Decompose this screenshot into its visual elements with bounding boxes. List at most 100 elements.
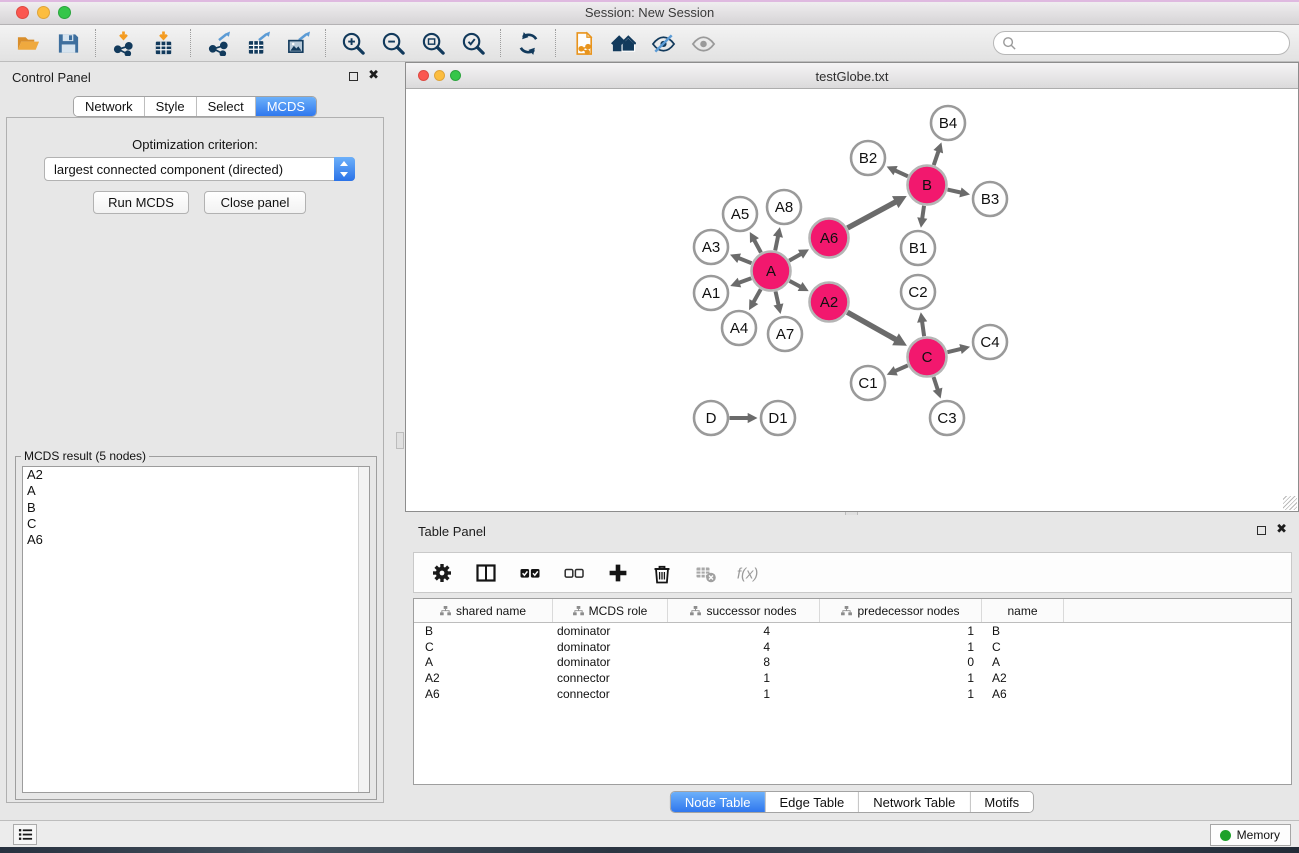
graph-node-B2[interactable]: B2 <box>851 141 885 175</box>
table-tab-node-table[interactable]: Node Table <box>671 792 766 812</box>
graph-node-A2[interactable]: A2 <box>810 283 849 322</box>
hide-selected-button[interactable] <box>643 27 683 59</box>
column-header-mcds-role[interactable]: MCDS role <box>553 599 668 622</box>
graph-node-B4[interactable]: B4 <box>931 106 965 140</box>
import-network-button[interactable] <box>103 27 143 59</box>
columns-button[interactable] <box>472 559 500 587</box>
close-panel-button[interactable]: Close panel <box>204 191 306 214</box>
import-table-button[interactable] <box>143 27 183 59</box>
table-tab-motifs[interactable]: Motifs <box>970 792 1033 812</box>
graph-edge-A-A1[interactable] <box>730 278 751 288</box>
table-cell[interactable]: B <box>982 624 1064 638</box>
graph-node-D1[interactable]: D1 <box>761 401 795 435</box>
mcds-result-item[interactable]: A <box>23 483 369 499</box>
save-session-button[interactable] <box>48 27 88 59</box>
trash-button[interactable] <box>648 559 676 587</box>
tab-style[interactable]: Style <box>145 97 197 116</box>
graph-edge-A-A4[interactable] <box>749 289 761 310</box>
column-header-name[interactable]: name <box>982 599 1064 622</box>
table-cell[interactable]: 1 <box>820 687 982 701</box>
graph-node-C[interactable]: C <box>908 338 947 377</box>
table-cell[interactable]: A2 <box>982 671 1064 685</box>
graph-edge-A-A8[interactable] <box>773 227 783 250</box>
column-header-predecessor-nodes[interactable]: predecessor nodes <box>820 599 982 622</box>
table-cell[interactable]: dominator <box>553 640 668 654</box>
new-network-from-selection-button[interactable] <box>563 27 603 59</box>
table-cell[interactable]: A6 <box>414 687 553 701</box>
graph-edge-C-C3[interactable] <box>933 377 943 399</box>
table-cell[interactable]: connector <box>553 671 668 685</box>
graph-edge-B-B2[interactable] <box>887 166 908 176</box>
table-cell[interactable]: 1 <box>820 624 982 638</box>
graph-edge-C-C4[interactable] <box>947 344 970 354</box>
graph-node-B1[interactable]: B1 <box>901 231 935 265</box>
table-cell[interactable]: dominator <box>553 655 668 669</box>
gear-button[interactable] <box>428 559 456 587</box>
open-session-button[interactable] <box>8 27 48 59</box>
table-row[interactable]: Bdominator41B <box>414 623 1291 639</box>
graph-edge-A-A6[interactable] <box>789 249 809 260</box>
graph-node-B[interactable]: B <box>908 166 947 205</box>
table-cell[interactable]: dominator <box>553 624 668 638</box>
graph-node-A7[interactable]: A7 <box>768 317 802 351</box>
deselect-all-button[interactable] <box>560 559 588 587</box>
mcds-result-item[interactable]: A6 <box>23 532 369 548</box>
table-cell[interactable]: A6 <box>982 687 1064 701</box>
graph-edge-A6-B[interactable] <box>847 196 906 228</box>
graph-node-A1[interactable]: A1 <box>694 276 728 310</box>
graph-node-A[interactable]: A <box>752 252 791 291</box>
graph-edge-B-B3[interactable] <box>947 187 969 197</box>
table-cell[interactable]: A2 <box>414 671 553 685</box>
graph-node-A5[interactable]: A5 <box>723 197 757 231</box>
zoom-fit-button[interactable] <box>413 27 453 59</box>
export-table-button[interactable] <box>238 27 278 59</box>
table-panel-close-button[interactable]: ✖ <box>1276 521 1287 537</box>
table-tab-edge-table[interactable]: Edge Table <box>765 792 859 812</box>
select-all-button[interactable] <box>516 559 544 587</box>
apply-layout-button[interactable] <box>508 27 548 59</box>
graph-node-A8[interactable]: A8 <box>767 190 801 224</box>
control-panel-close-button[interactable]: ✖ <box>368 67 379 83</box>
graph-node-A6[interactable]: A6 <box>810 219 849 258</box>
table-cell[interactable]: connector <box>553 687 668 701</box>
graph-node-D[interactable]: D <box>694 401 728 435</box>
graph-edge-D-D1[interactable] <box>730 413 758 423</box>
tab-mcds[interactable]: MCDS <box>256 97 316 116</box>
window-resize-grip[interactable] <box>1283 496 1297 510</box>
table-row[interactable]: Cdominator41C <box>414 639 1291 655</box>
mcds-result-item[interactable]: A2 <box>23 467 369 483</box>
graph-edge-A-A2[interactable] <box>790 281 809 291</box>
column-header-successor-nodes[interactable]: successor nodes <box>668 599 820 622</box>
graph-node-A4[interactable]: A4 <box>722 311 756 345</box>
tab-select[interactable]: Select <box>197 97 256 116</box>
zoom-in-button[interactable] <box>333 27 373 59</box>
table-cell[interactable]: C <box>982 640 1064 654</box>
mcds-result-item[interactable]: C <box>23 516 369 532</box>
graph-edge-A-A7[interactable] <box>773 291 783 313</box>
network-canvas[interactable]: B4B2BB3A8A5A6A3B1AA1C2A2A4A7C4CC1C3DD1 <box>406 89 1298 511</box>
table-panel-float-button[interactable] <box>1257 526 1266 535</box>
column-header-shared-name[interactable]: shared name <box>414 599 553 622</box>
table-row[interactable]: A6connector11A6 <box>414 686 1291 702</box>
result-list-scrollbar[interactable] <box>358 467 369 792</box>
run-mcds-button[interactable]: Run MCDS <box>93 191 189 214</box>
vertical-splitter-handle[interactable] <box>396 432 404 449</box>
export-network-button[interactable] <box>198 27 238 59</box>
search-input[interactable] <box>1021 33 1281 53</box>
export-image-button[interactable] <box>278 27 318 59</box>
graph-node-C1[interactable]: C1 <box>851 366 885 400</box>
graph-edge-C-C1[interactable] <box>887 365 908 375</box>
graph-edge-A2-C[interactable] <box>847 312 907 345</box>
table-cell[interactable]: 4 <box>668 640 820 654</box>
table-cell[interactable]: 1 <box>820 671 982 685</box>
graph-node-C2[interactable]: C2 <box>901 275 935 309</box>
graph-edge-C-C2[interactable] <box>917 312 927 336</box>
first-neighbors-button[interactable] <box>603 27 643 59</box>
table-tab-network-table[interactable]: Network Table <box>859 792 970 812</box>
zoom-out-button[interactable] <box>373 27 413 59</box>
memory-button[interactable]: Memory <box>1210 824 1291 846</box>
table-cell[interactable]: A <box>982 655 1064 669</box>
table-row[interactable]: A2connector11A2 <box>414 670 1291 686</box>
graph-edge-B-B1[interactable] <box>917 206 927 228</box>
table-cell[interactable]: 1 <box>668 671 820 685</box>
